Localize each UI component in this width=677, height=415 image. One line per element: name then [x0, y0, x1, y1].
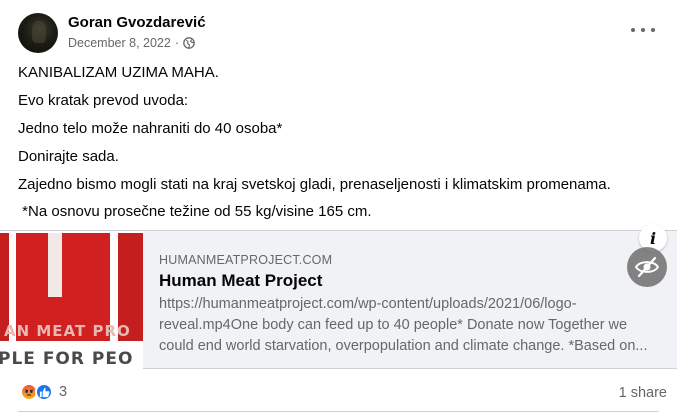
post-date[interactable]: December 8, 2022: [68, 36, 171, 50]
reactions-summary[interactable]: 3: [20, 383, 67, 401]
post-text-line: KANIBALIZAM UZIMA MAHA.: [18, 64, 219, 81]
post-meta: December 8, 2022 ·: [68, 36, 195, 50]
facebook-post: Goran Gvozdarević December 8, 2022 · KAN…: [0, 0, 677, 415]
post-text-line: Jedno telo može nahraniti do 40 osoba*: [18, 120, 283, 137]
meta-separator: ·: [174, 36, 180, 50]
link-description: https://humanmeatproject.com/wp-content/…: [159, 294, 669, 357]
thumbnail-text: AN MEAT PRO: [4, 322, 131, 340]
link-title[interactable]: Human Meat Project: [159, 271, 322, 291]
post-text-line: Zajedno bismo mogli stati na kraj svetsk…: [18, 176, 611, 193]
link-description-line: could end world starvation, overpopulati…: [159, 338, 648, 354]
like-reaction-icon: [35, 383, 53, 401]
eye-slash-icon[interactable]: [627, 247, 667, 287]
link-domain: HUMANMEATPROJECT.COM: [159, 253, 333, 267]
link-description-line: reveal.mp4One body can feed up to 40 peo…: [159, 317, 628, 333]
author-name[interactable]: Goran Gvozdarević: [68, 14, 206, 31]
post-text-line: Donirajte sada.: [18, 148, 119, 165]
post-text-line: *Na osnovu prosečne težine od 55 kg/visi…: [18, 203, 372, 220]
link-preview-card[interactable]: AN MEAT PRO PLE FOR PEO HUMANMEATPROJECT…: [0, 230, 677, 370]
share-count[interactable]: 1 share: [619, 385, 667, 401]
thumbnail-text: PLE FOR PEO: [0, 349, 134, 369]
post-text-line: Evo kratak prevod uvoda:: [18, 92, 189, 109]
logo-gap: [48, 233, 62, 297]
reaction-count: 3: [59, 384, 68, 400]
author-avatar[interactable]: [18, 13, 58, 53]
footer-divider: [18, 411, 659, 412]
link-description-line: https://humanmeatproject.com/wp-content/…: [159, 296, 577, 312]
more-options-icon[interactable]: [631, 22, 655, 38]
globe-icon[interactable]: [183, 37, 195, 49]
link-thumbnail[interactable]: AN MEAT PRO PLE FOR PEO: [0, 231, 143, 370]
